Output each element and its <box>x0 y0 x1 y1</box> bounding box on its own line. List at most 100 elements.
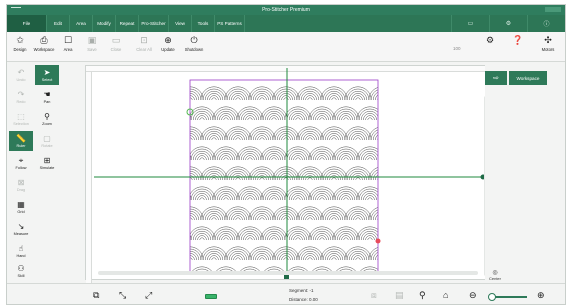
cursor-icon: ➤ <box>43 68 51 77</box>
quilt-arc <box>331 177 337 181</box>
menu-tools[interactable]: Tools <box>192 15 215 32</box>
simulate-button[interactable]: ⊞ Simulate <box>35 153 59 173</box>
right-panel: ⇨ Workspace ◎ Center <box>485 63 565 284</box>
horizontal-scrollbar[interactable] <box>98 271 478 275</box>
menu-edit[interactable]: Edit <box>47 15 70 32</box>
zoom-search-icon[interactable]: ⚲ <box>419 289 426 301</box>
update-button[interactable]: ⊕ Update <box>157 34 179 60</box>
shutdown-button[interactable]: ⏻ Shutdown <box>183 34 205 60</box>
quilt-arc <box>164 218 168 220</box>
quilt-arc <box>380 258 384 260</box>
menu-modify[interactable]: Modify <box>93 15 116 32</box>
menu-repeat[interactable]: Repeat <box>116 15 139 32</box>
quilt-arc <box>380 218 384 220</box>
center-button[interactable]: ◎ Center <box>485 266 505 284</box>
panel-toggle-button[interactable]: ⇨ <box>485 71 507 85</box>
select-button[interactable]: ➤ Select <box>35 65 59 85</box>
quilt-arc <box>331 217 337 221</box>
home-icon[interactable]: ⌂ <box>443 289 448 301</box>
ruler-button[interactable]: 📏 Ruler <box>9 131 33 151</box>
layers-icon[interactable]: ⧈ <box>371 289 377 301</box>
quilt-arc <box>322 248 346 261</box>
pan-button[interactable]: ☚ Pan <box>35 87 59 107</box>
close-button[interactable]: ▭ Close <box>105 34 127 60</box>
quilt-arc <box>167 109 189 120</box>
quilt-arc <box>283 177 289 181</box>
quilt-arc <box>235 257 241 261</box>
quilt-arc <box>375 134 378 141</box>
quilt-arc <box>153 127 179 140</box>
quilt-arc <box>159 213 172 220</box>
pointer-arrows-icon[interactable]: ⤡ <box>119 289 126 301</box>
undo-button[interactable]: ↶ Undo <box>9 65 33 85</box>
settings-icon[interactable]: ⚙ <box>489 15 527 32</box>
info-icon[interactable]: ⓘ <box>527 15 565 32</box>
pan-label: Pan <box>43 100 51 104</box>
fullscreen-icon[interactable]: ⧉ <box>93 289 99 301</box>
quilt-arc <box>377 257 378 261</box>
area-button[interactable]: ☐ Area <box>57 34 79 60</box>
undo-icon: ↶ <box>17 68 25 77</box>
menu-file[interactable]: File <box>7 15 47 32</box>
quilt-arc <box>247 237 253 241</box>
menu-view[interactable]: View <box>169 15 192 32</box>
design-button[interactable]: ✩ Design <box>9 34 31 60</box>
quilt-arc <box>298 88 322 101</box>
quilt-arc <box>327 133 341 141</box>
hand-button[interactable]: ☝ Hand <box>9 241 33 261</box>
monitor-icon[interactable]: ▭ <box>451 15 489 32</box>
quilt-arc <box>267 153 281 161</box>
quilt-arc <box>195 233 209 241</box>
menu-ps-patterns[interactable]: PS Patterns <box>215 15 245 32</box>
design-label: Design <box>13 47 27 52</box>
quilt-arc <box>155 209 177 220</box>
quilt-arc <box>327 253 341 261</box>
home-button[interactable]: ⚙ <box>479 34 501 60</box>
menu-pro-stitcher[interactable]: Pro-Stitcher <box>139 15 169 32</box>
quilt-arc <box>363 113 377 121</box>
image-icon[interactable]: ▤ <box>395 289 404 301</box>
workspace-button[interactable]: ⎙ Workspace <box>33 34 55 60</box>
segment-readout: Segment: -1 <box>289 288 314 293</box>
tab-workspace[interactable]: Workspace <box>509 71 547 85</box>
save-button[interactable]: ▣ Save <box>81 34 103 60</box>
zoom-in-icon[interactable]: ⊕ <box>537 289 545 301</box>
window-menu-icon[interactable] <box>11 7 21 8</box>
selection-icon: ⬚ <box>17 112 25 121</box>
grid-button[interactable]: ▦ Grid <box>9 197 33 217</box>
quilt-arc <box>367 157 373 161</box>
quilt-arc <box>383 149 405 160</box>
move-arrows-icon[interactable]: ⤢ <box>145 289 152 301</box>
quilt-arc <box>255 253 269 261</box>
zoom-slider[interactable] <box>488 293 527 301</box>
drag-button[interactable]: ⊠ Drag <box>9 175 33 195</box>
measure-button[interactable]: ↘ Measure <box>9 219 33 239</box>
quilt-arc <box>176 158 180 160</box>
close-label: Close <box>110 47 122 52</box>
end-point-marker[interactable] <box>375 238 381 244</box>
follow-button[interactable]: ⌖ Follow <box>9 153 33 173</box>
distance-label: Distance: <box>289 297 308 302</box>
zoom-out-icon[interactable]: ⊖ <box>469 289 477 301</box>
motors-button[interactable]: ✣ Motors <box>537 34 559 60</box>
redo-button[interactable]: ↷ Redo <box>9 87 33 107</box>
quilt-arc <box>219 153 233 161</box>
clear-all-button[interactable]: ⊡ Clear All <box>133 34 155 60</box>
quilt-arc <box>390 156 399 160</box>
help-button[interactable]: ❓ <box>507 34 529 60</box>
quilt-arc <box>259 257 265 261</box>
skill-button[interactable]: ⚇ Skill <box>9 261 33 281</box>
zoom-button[interactable]: ⚲ Zoom <box>35 109 59 129</box>
quilt-arc <box>238 228 262 241</box>
quilt-arc <box>167 189 189 200</box>
zoom-slider-knob[interactable] <box>488 293 496 301</box>
rotate-button[interactable]: ▢ Rotate <box>35 131 59 151</box>
selection-button[interactable]: ⬚ Selection <box>9 109 33 129</box>
quilt-arc <box>231 253 245 261</box>
quilt-arc <box>164 98 168 100</box>
window-controls[interactable] <box>545 7 561 12</box>
design-canvas[interactable] <box>85 65 493 285</box>
toolbar: ✩ Design ⎙ Workspace ☐ Area ▣ Save ▭ Clo… <box>7 32 565 62</box>
quilt-arc <box>370 89 378 101</box>
menu-area[interactable]: Area <box>70 15 93 32</box>
